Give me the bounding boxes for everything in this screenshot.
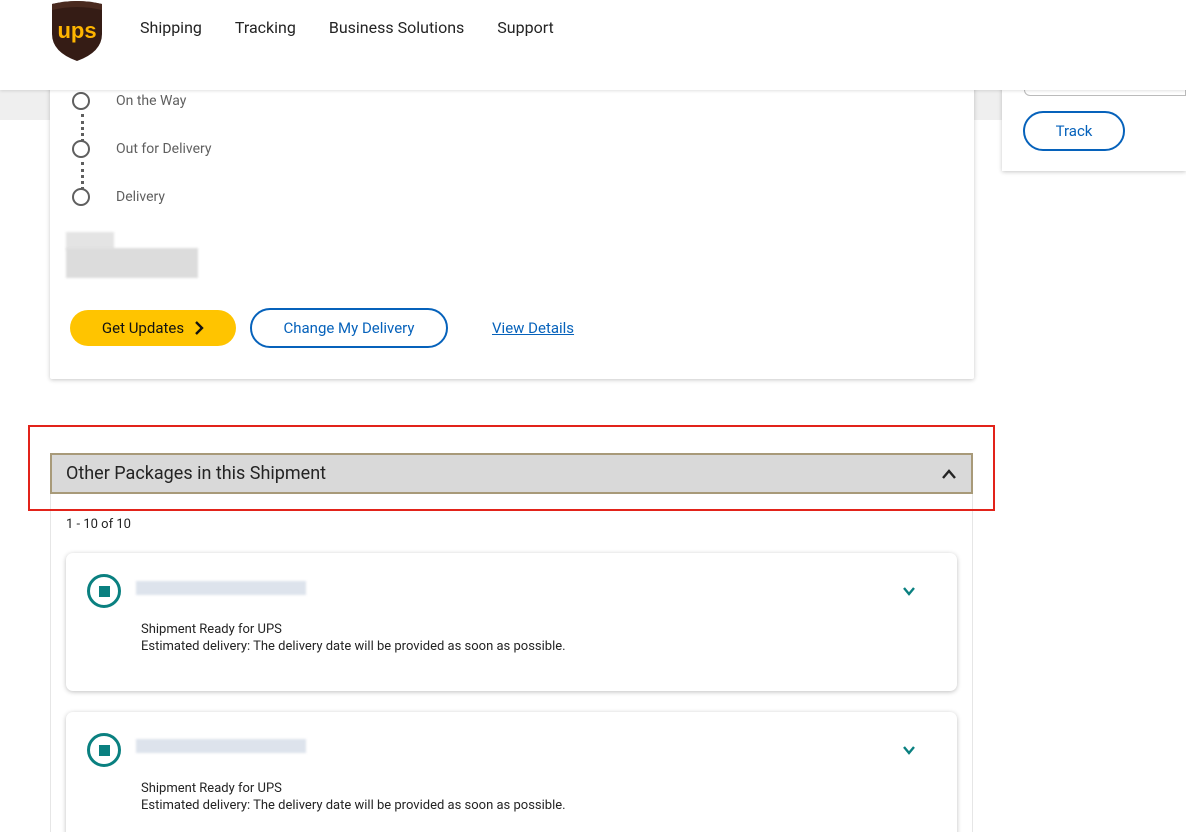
chevron-right-icon (195, 321, 204, 335)
chevron-down-icon[interactable] (901, 583, 917, 599)
status-ready-icon (87, 574, 121, 608)
progress-step-on-the-way: On the Way (72, 92, 186, 110)
step-circle-icon (72, 188, 90, 206)
view-details-link[interactable]: View Details (492, 319, 574, 337)
progress-connector (81, 162, 84, 190)
svg-text:ups: ups (57, 18, 96, 43)
step-circle-icon (72, 92, 90, 110)
redacted-tracking-number (136, 581, 306, 595)
track-button[interactable]: Track (1023, 111, 1125, 151)
package-estimate: Estimated delivery: The delivery date wi… (141, 639, 566, 654)
step-label: Delivery (116, 189, 166, 205)
main-nav: Shipping Tracking Business Solutions Sup… (140, 18, 587, 38)
change-my-delivery-label: Change My Delivery (283, 319, 415, 337)
step-circle-icon (72, 140, 90, 158)
package-estimate: Estimated delivery: The delivery date wi… (141, 798, 566, 813)
pagination-count: 1 - 10 of 10 (66, 517, 131, 532)
progress-connector (81, 114, 84, 142)
nav-support[interactable]: Support (497, 18, 553, 38)
track-button-label: Track (1055, 122, 1093, 140)
nav-shipping[interactable]: Shipping (140, 18, 202, 38)
site-header: ups Shipping Tracking Business Solutions… (0, 0, 1186, 90)
step-label: Out for Delivery (116, 141, 212, 157)
package-status: Shipment Ready for UPS (141, 781, 282, 796)
package-status: Shipment Ready for UPS (141, 622, 282, 637)
nav-tracking[interactable]: Tracking (235, 18, 296, 38)
nav-business-solutions[interactable]: Business Solutions (329, 18, 464, 38)
highlight-annotation-box (28, 425, 995, 511)
progress-step-out-for-delivery: Out for Delivery (72, 140, 212, 158)
chevron-down-icon[interactable] (901, 742, 917, 758)
get-updates-button[interactable]: Get Updates (70, 310, 236, 346)
package-card: Shipment Ready for UPS Estimated deliver… (66, 712, 957, 832)
status-ready-icon (87, 733, 121, 767)
ups-logo[interactable]: ups (49, 0, 105, 62)
get-updates-label: Get Updates (101, 319, 185, 337)
change-my-delivery-button[interactable]: Change My Delivery (250, 308, 448, 348)
package-card: Shipment Ready for UPS Estimated deliver… (66, 553, 957, 691)
redacted-tracking-number (136, 739, 306, 753)
step-label: On the Way (116, 93, 187, 109)
tracking-progress-card: On the Way Out for Delivery Delivery Get… (50, 70, 974, 379)
progress-step-delivery: Delivery (72, 188, 165, 206)
redacted-text (66, 248, 198, 278)
